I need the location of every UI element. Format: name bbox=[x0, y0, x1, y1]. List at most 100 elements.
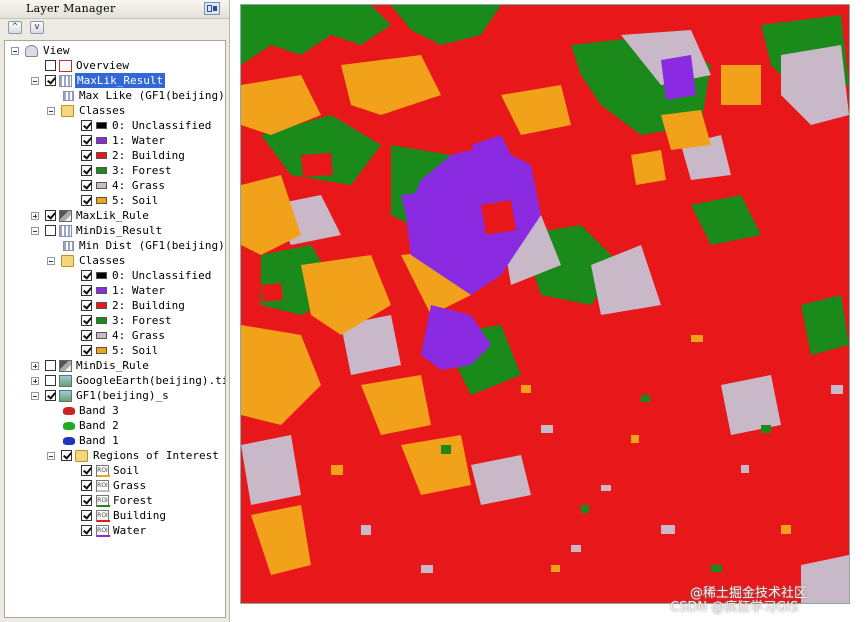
class-checkbox[interactable] bbox=[81, 165, 92, 176]
class-label: 5: Soil bbox=[112, 344, 159, 357]
folder-icon bbox=[61, 255, 74, 267]
classification-map bbox=[241, 5, 849, 603]
tree-item-maxlik-result[interactable]: MaxLik_Result bbox=[5, 73, 225, 88]
roi-icon: ROI bbox=[96, 525, 110, 537]
roi-item[interactable]: ROI Water bbox=[5, 523, 225, 538]
class-item[interactable]: 1: Water bbox=[5, 133, 225, 148]
tree-item-mindis-source[interactable]: Min Dist (GF1(beijing)_s) bbox=[5, 238, 225, 253]
class-item[interactable]: 4: Grass bbox=[5, 178, 225, 193]
class-checkbox[interactable] bbox=[81, 345, 92, 356]
watermark-csdn: CSDN @疯狂学习GIS bbox=[670, 600, 799, 615]
overview-icon bbox=[59, 60, 72, 72]
class-color-swatch bbox=[96, 197, 107, 204]
roi-label: Water bbox=[113, 524, 147, 537]
roi-checkbox[interactable] bbox=[81, 510, 92, 521]
class-label: 3: Forest bbox=[112, 314, 172, 327]
class-checkbox[interactable] bbox=[81, 135, 92, 146]
panel-header: Layer Manager bbox=[0, 0, 229, 19]
tree-item-maxlik-source[interactable]: Max Like (GF1(beijing)_s) bbox=[5, 88, 225, 103]
tree-item-view[interactable]: View bbox=[5, 43, 225, 58]
expand-toggle[interactable] bbox=[31, 212, 39, 220]
tree-item-band[interactable]: Band 2 bbox=[5, 418, 225, 433]
class-item[interactable]: 1: Water bbox=[5, 283, 225, 298]
expand-toggle[interactable] bbox=[47, 257, 55, 265]
tree-item-overview[interactable]: Overview bbox=[5, 58, 225, 73]
class-item[interactable]: 4: Grass bbox=[5, 328, 225, 343]
layer-checkbox[interactable] bbox=[45, 360, 56, 371]
tree-item-label: GoogleEarth(beijing).tif bbox=[76, 374, 226, 387]
roi-checkbox[interactable] bbox=[81, 525, 92, 536]
class-checkbox[interactable] bbox=[81, 330, 92, 341]
layer-checkbox[interactable] bbox=[45, 60, 56, 71]
tree-item-label: Classes bbox=[79, 104, 126, 117]
roi-checkbox[interactable] bbox=[81, 480, 92, 491]
class-item[interactable]: 0: Unclassified bbox=[5, 268, 225, 283]
layer-checkbox[interactable] bbox=[45, 225, 56, 236]
expand-toggle[interactable] bbox=[31, 392, 39, 400]
class-checkbox[interactable] bbox=[81, 270, 92, 281]
class-label: 4: Grass bbox=[112, 329, 165, 342]
image-layer-icon bbox=[59, 375, 72, 387]
roi-icon-text: ROI bbox=[97, 482, 108, 489]
class-color-swatch bbox=[96, 167, 107, 174]
roi-checkbox[interactable] bbox=[81, 495, 92, 506]
classification-layer-icon bbox=[59, 75, 72, 87]
roi-icon: ROI bbox=[96, 465, 110, 477]
tree-item-mindis-result[interactable]: MinDis_Result bbox=[5, 223, 225, 238]
class-item[interactable]: 5: Soil bbox=[5, 193, 225, 208]
tree-item-mindis-classes[interactable]: Classes bbox=[5, 253, 225, 268]
layer-checkbox[interactable] bbox=[45, 375, 56, 386]
class-item[interactable]: 2: Building bbox=[5, 298, 225, 313]
classification-map-view[interactable] bbox=[240, 4, 850, 604]
roi-icon-text: ROI bbox=[97, 527, 108, 534]
layer-checkbox[interactable] bbox=[45, 390, 56, 401]
class-checkbox[interactable] bbox=[81, 195, 92, 206]
expand-toggle[interactable] bbox=[47, 107, 55, 115]
tree-item-googleearth[interactable]: GoogleEarth(beijing).tif bbox=[5, 373, 225, 388]
tree-item-label: MinDis_Result bbox=[76, 224, 163, 237]
expand-toggle[interactable] bbox=[47, 452, 55, 460]
tree-item-label: GF1(beijing)_s bbox=[76, 389, 169, 402]
class-checkbox[interactable] bbox=[81, 150, 92, 161]
layer-checkbox[interactable] bbox=[45, 210, 56, 221]
class-checkbox[interactable] bbox=[81, 120, 92, 131]
class-checkbox[interactable] bbox=[81, 315, 92, 326]
class-color-swatch bbox=[96, 137, 107, 144]
roi-item[interactable]: ROI Grass bbox=[5, 478, 225, 493]
tree-item-band[interactable]: Band 1 bbox=[5, 433, 225, 448]
band-red-icon bbox=[63, 407, 75, 415]
folder-icon bbox=[75, 450, 88, 462]
class-item[interactable]: 0: Unclassified bbox=[5, 118, 225, 133]
tree-item-roi-folder[interactable]: Regions of Interest bbox=[5, 448, 225, 463]
tree-item-maxlik-rule[interactable]: MaxLik_Rule bbox=[5, 208, 225, 223]
roi-item[interactable]: ROI Soil bbox=[5, 463, 225, 478]
dock-icon[interactable] bbox=[204, 2, 220, 15]
collapse-all-button[interactable]: v bbox=[30, 21, 44, 34]
expand-toggle[interactable] bbox=[11, 47, 19, 55]
class-item[interactable]: 5: Soil bbox=[5, 343, 225, 358]
tree-item-label: View bbox=[43, 44, 70, 57]
expand-toggle[interactable] bbox=[31, 377, 39, 385]
roi-item[interactable]: ROI Building bbox=[5, 508, 225, 523]
layer-checkbox[interactable] bbox=[45, 75, 56, 86]
class-item[interactable]: 3: Forest bbox=[5, 313, 225, 328]
expand-toggle[interactable] bbox=[31, 362, 39, 370]
class-checkbox[interactable] bbox=[81, 180, 92, 191]
expand-toggle[interactable] bbox=[31, 77, 39, 85]
roi-checkbox[interactable] bbox=[81, 465, 92, 476]
class-item[interactable]: 3: Forest bbox=[5, 163, 225, 178]
roi-label: Soil bbox=[113, 464, 140, 477]
tree-item-mindis-rule[interactable]: MinDis_Rule bbox=[5, 358, 225, 373]
layer-manager-panel: Layer Manager ^ v View Overview MaxLik_R… bbox=[0, 0, 230, 622]
tree-item-gf1[interactable]: GF1(beijing)_s bbox=[5, 388, 225, 403]
tree-item-band[interactable]: Band 3 bbox=[5, 403, 225, 418]
roi-item[interactable]: ROI Forest bbox=[5, 493, 225, 508]
roi-folder-checkbox[interactable] bbox=[61, 450, 72, 461]
class-checkbox[interactable] bbox=[81, 285, 92, 296]
class-color-swatch bbox=[96, 122, 107, 129]
expand-all-button[interactable]: ^ bbox=[8, 21, 22, 34]
class-checkbox[interactable] bbox=[81, 300, 92, 311]
expand-toggle[interactable] bbox=[31, 227, 39, 235]
tree-item-maxlik-classes[interactable]: Classes bbox=[5, 103, 225, 118]
class-item[interactable]: 2: Building bbox=[5, 148, 225, 163]
